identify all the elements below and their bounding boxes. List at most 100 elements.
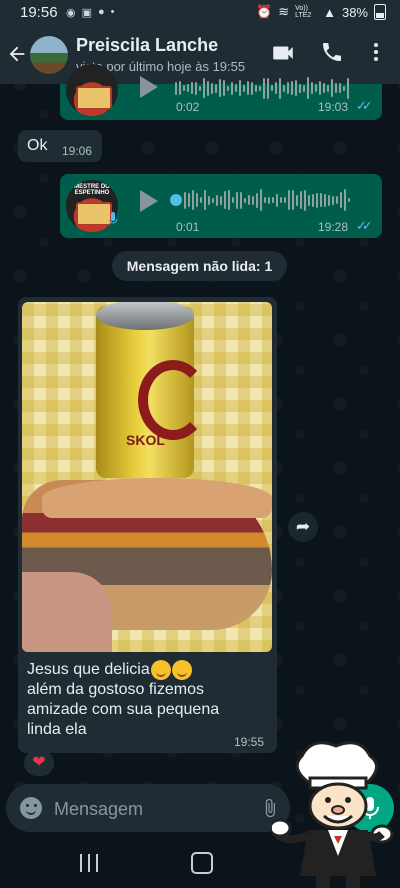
thumb-text: MESTRE DO ESPETINHO (74, 184, 110, 196)
waveform-bar (220, 195, 222, 205)
waveform-bar (263, 77, 265, 99)
message-input[interactable] (52, 794, 256, 824)
unread-divider: Mensagem não lida: 1 (112, 251, 287, 281)
waveform-bar (299, 83, 301, 93)
emoji-icon[interactable] (20, 797, 42, 819)
waveform-bar (327, 84, 329, 92)
signal-icon: ▲ (323, 4, 336, 20)
waveform-bar (255, 84, 257, 92)
waveform-bar (344, 189, 346, 211)
recents-icon[interactable] (80, 854, 98, 872)
waveform-bar (252, 195, 254, 205)
message-time: 19:28 (318, 220, 349, 234)
waveform-bar (303, 84, 305, 92)
waveform-bar (291, 81, 293, 95)
whatsapp-icon: ◉ (66, 7, 76, 19)
waveform-bar (243, 84, 245, 92)
contact-name[interactable]: Preiscila Lanche (76, 35, 218, 56)
image-caption: Jesus que delicia além da gostoso fizemo… (27, 660, 267, 740)
waveform-bar (275, 82, 277, 94)
forward-icon[interactable]: ➦ (288, 512, 318, 542)
playback-position[interactable] (170, 194, 182, 206)
sandwich-bread (42, 478, 272, 518)
play-icon[interactable] (140, 190, 158, 212)
voice-message[interactable]: 0:02 19:03 ✓✓ (60, 64, 382, 120)
home-icon[interactable] (191, 852, 213, 874)
waveform-bar (251, 81, 253, 95)
contact-avatar[interactable] (30, 36, 68, 74)
waveform-bar (336, 196, 338, 204)
waveform-bar (199, 85, 201, 91)
waveform-bar (223, 80, 225, 96)
system-icons: ⏰ ≋ Vo)) LTE2 ▲ 38% (256, 4, 386, 20)
network-label: Vo)) LTE2 (295, 5, 312, 19)
heart-reaction[interactable]: ❤ (24, 750, 54, 776)
waveform-bar (192, 190, 194, 210)
waveform-bar (196, 193, 198, 207)
notification-icons: ◉ ▣ ● • (66, 6, 115, 19)
waveform-bar (207, 80, 209, 96)
can-logo (138, 360, 208, 440)
waveform-bar (200, 197, 202, 203)
waveform-bar (304, 189, 306, 211)
waveform-bar (212, 197, 214, 203)
waveform-bar (239, 80, 241, 96)
waveform-bar (288, 190, 290, 210)
waveform-bar (179, 81, 181, 95)
waveform-bar (236, 191, 238, 209)
waveform-bar (224, 191, 226, 209)
waveform-bar (264, 197, 266, 203)
voice-duration: 0:01 (176, 220, 200, 234)
message-time: 19:06 (62, 144, 93, 158)
smile-emoji-icon (150, 660, 171, 680)
waveform-bar (348, 198, 350, 202)
battery-text: 38% (341, 4, 368, 20)
text-message[interactable]: Ok 19:06 (18, 130, 102, 162)
waveform-bar (331, 79, 333, 97)
video-call-icon[interactable] (270, 40, 298, 68)
waveform-bar (204, 190, 206, 210)
dot-icon: • (110, 6, 115, 18)
waveform-bar (184, 191, 186, 209)
messenger-icon: ● (98, 6, 105, 18)
message-text: Ok (27, 137, 48, 154)
voice-message[interactable]: MESTRE DO ESPETINHO 0:01 19:28 ✓✓ (60, 174, 382, 238)
waveform-bar (272, 197, 274, 203)
waveform-bar (219, 79, 221, 97)
more-options-icon[interactable] (364, 40, 392, 68)
waveform-bar (191, 82, 193, 94)
back-arrow-icon[interactable] (6, 40, 32, 68)
waveform-bar (211, 82, 213, 94)
caption-line: amizade com sua pequena (27, 701, 220, 719)
waveform-bar (295, 80, 297, 96)
message-time: 19:03 (318, 100, 349, 114)
waveform-bar (312, 193, 314, 207)
chef-mascot-illustration (272, 741, 394, 888)
battery-icon (374, 4, 386, 20)
can-brand: SKOL (126, 432, 165, 448)
waveform-bar (216, 194, 218, 206)
waveform-bar (339, 83, 341, 93)
waveform-bar (328, 194, 330, 206)
alarm-icon: ⏰ (256, 4, 273, 19)
voice-call-icon[interactable] (320, 40, 348, 68)
waveform[interactable] (175, 76, 349, 100)
waveform[interactable] (184, 188, 350, 212)
message-photo[interactable]: SKOL (22, 302, 272, 652)
waveform-bar (256, 192, 258, 208)
caption-line: além da gostoso fizemos (27, 681, 204, 699)
waveform-bar (296, 194, 298, 206)
smile-emoji-icon (171, 660, 192, 680)
waveform-bar (232, 197, 234, 203)
caption-line: linda ela (27, 721, 87, 739)
waveform-bar (187, 84, 189, 92)
waveform-bar (271, 85, 273, 91)
caption-line: Jesus que delicia (27, 661, 150, 679)
read-ticks-icon: ✓✓ (356, 98, 373, 113)
waveform-bar (183, 85, 185, 91)
waveform-bar (320, 193, 322, 207)
message-time: 19:55 (234, 735, 265, 749)
hand (22, 572, 112, 652)
message-composer (6, 784, 290, 832)
play-icon[interactable] (140, 76, 158, 98)
